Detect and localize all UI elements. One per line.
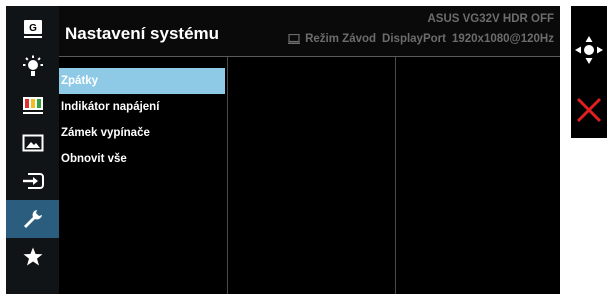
status-line: Režim Závod DisplayPort 1920x1080@120Hz [288, 33, 554, 45]
sidebar-item-color[interactable] [6, 86, 59, 124]
gamevisual-icon: G [23, 20, 42, 38]
osd-window: G Nastavení systému ASUS VG32V HDR OFF R… [6, 6, 560, 294]
star-icon [23, 247, 42, 266]
page-title: Nastavení systému [65, 24, 220, 43]
color-bars-icon [22, 97, 43, 114]
sidebar-item-gamevisual[interactable]: G [6, 10, 59, 48]
menu-item-back[interactable]: Zpátky [59, 68, 225, 94]
svg-text:G: G [29, 23, 37, 34]
input-label: DisplayPort [382, 33, 446, 45]
menu-item-power-indicator[interactable]: Indikátor napájení [59, 94, 225, 120]
joystick-move-icon[interactable] [571, 32, 607, 68]
sidebar-item-image[interactable] [6, 124, 59, 162]
sidebar-item-favorite[interactable] [6, 238, 59, 276]
sidebar: G [6, 6, 59, 294]
sidebar-item-input[interactable] [6, 162, 59, 200]
sidebar-item-system[interactable] [6, 200, 59, 238]
column-divider [395, 57, 396, 294]
menu-item-reset-all[interactable]: Obnovit vše [59, 146, 225, 172]
header: Nastavení systému ASUS VG32V HDR OFF Rež… [59, 6, 560, 56]
input-select-icon [22, 173, 44, 189]
mode-label: Režim Závod [305, 33, 377, 45]
monitor-icon [288, 34, 301, 44]
menu-panel: Zpátky Indikátor napájení Zámek vypínače… [59, 57, 560, 294]
wrench-icon [23, 210, 42, 228]
navigation-guide [571, 6, 607, 138]
sidebar-item-brightness[interactable] [6, 48, 59, 86]
model-info: ASUS VG32V HDR OFF [427, 13, 554, 25]
menu-item-power-key-lock[interactable]: Zámek vypínače [59, 120, 225, 146]
image-icon [22, 134, 43, 152]
column-divider [227, 57, 228, 294]
close-icon[interactable] [575, 96, 603, 124]
brightness-icon [22, 55, 43, 76]
resolution-label: 1920x1080@120Hz [451, 33, 554, 45]
